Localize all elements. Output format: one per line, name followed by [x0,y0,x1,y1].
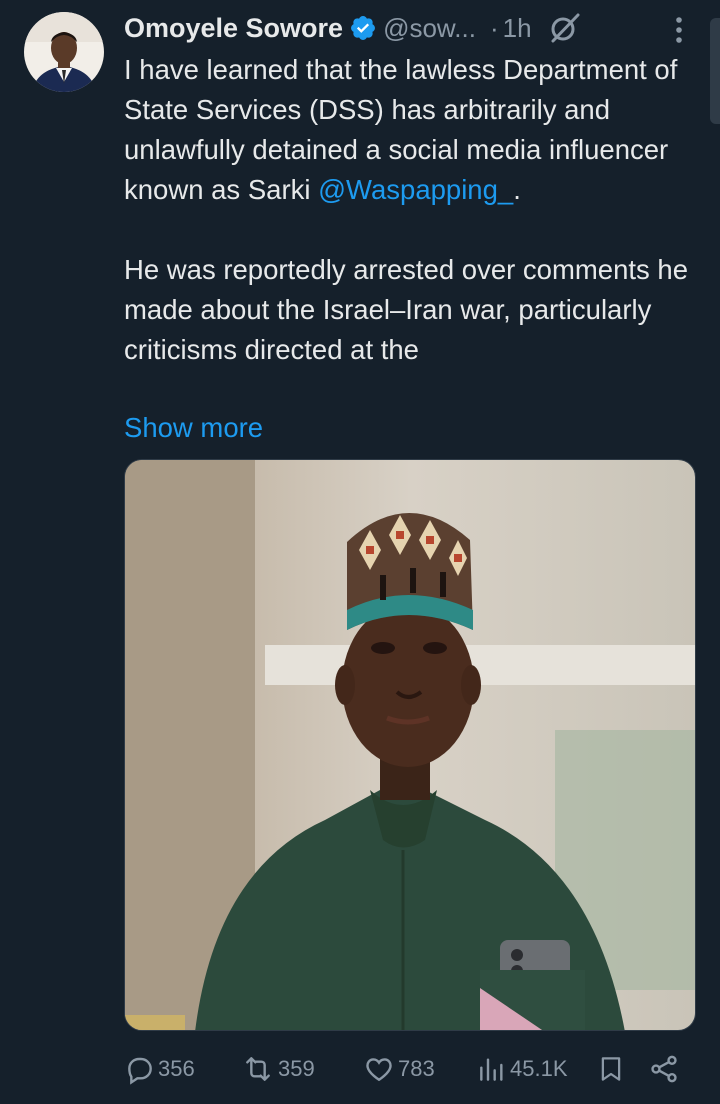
show-more-link[interactable]: Show more [124,408,263,448]
like-button[interactable]: 783 [362,1047,435,1091]
bookmark-icon [601,1057,621,1081]
repost-icon [246,1057,270,1081]
share-icon [651,1055,677,1083]
tweet-image[interactable] [124,459,696,1031]
tweet-text: I have learned that the lawless Departme… [124,50,704,370]
views-icon [480,1058,503,1081]
reply-icon [128,1057,152,1085]
mention-link[interactable]: @Waspapping_ [318,174,513,205]
repost-button[interactable]: 359 [240,1047,315,1091]
grok-icon[interactable] [548,11,582,45]
like-icon [366,1058,392,1082]
bookmark-button[interactable] [596,1047,626,1091]
author-handle[interactable]: @sow... [383,13,476,44]
more-icon[interactable] [668,14,690,46]
action-bar: 356 359 783 45.1K [124,1047,694,1091]
like-count: 783 [398,1056,435,1081]
tweet[interactable]: Omoyele Sowore @sow... · 1h I have learn… [0,0,720,1104]
separator-dot: · [489,12,499,43]
tweet-paragraph-2: He was reportedly arrested over comments… [124,254,688,365]
reply-count: 356 [158,1056,195,1081]
tweet-paragraph-1-end: . [513,174,521,205]
repost-count: 359 [278,1056,315,1081]
reply-button[interactable]: 356 [124,1047,195,1091]
views-count: 45.1K [510,1056,568,1081]
tweet-paragraph-1: I have learned that the lawless Departme… [124,50,704,210]
avatar[interactable] [24,12,104,92]
views-button[interactable]: 45.1K [476,1047,568,1091]
share-button[interactable] [648,1047,680,1091]
tweet-header: Omoyele Sowore @sow... · 1h [124,8,694,48]
verified-badge-icon [351,16,376,40]
timestamp[interactable]: 1h [503,13,532,44]
author-name[interactable]: Omoyele Sowore [124,13,343,44]
